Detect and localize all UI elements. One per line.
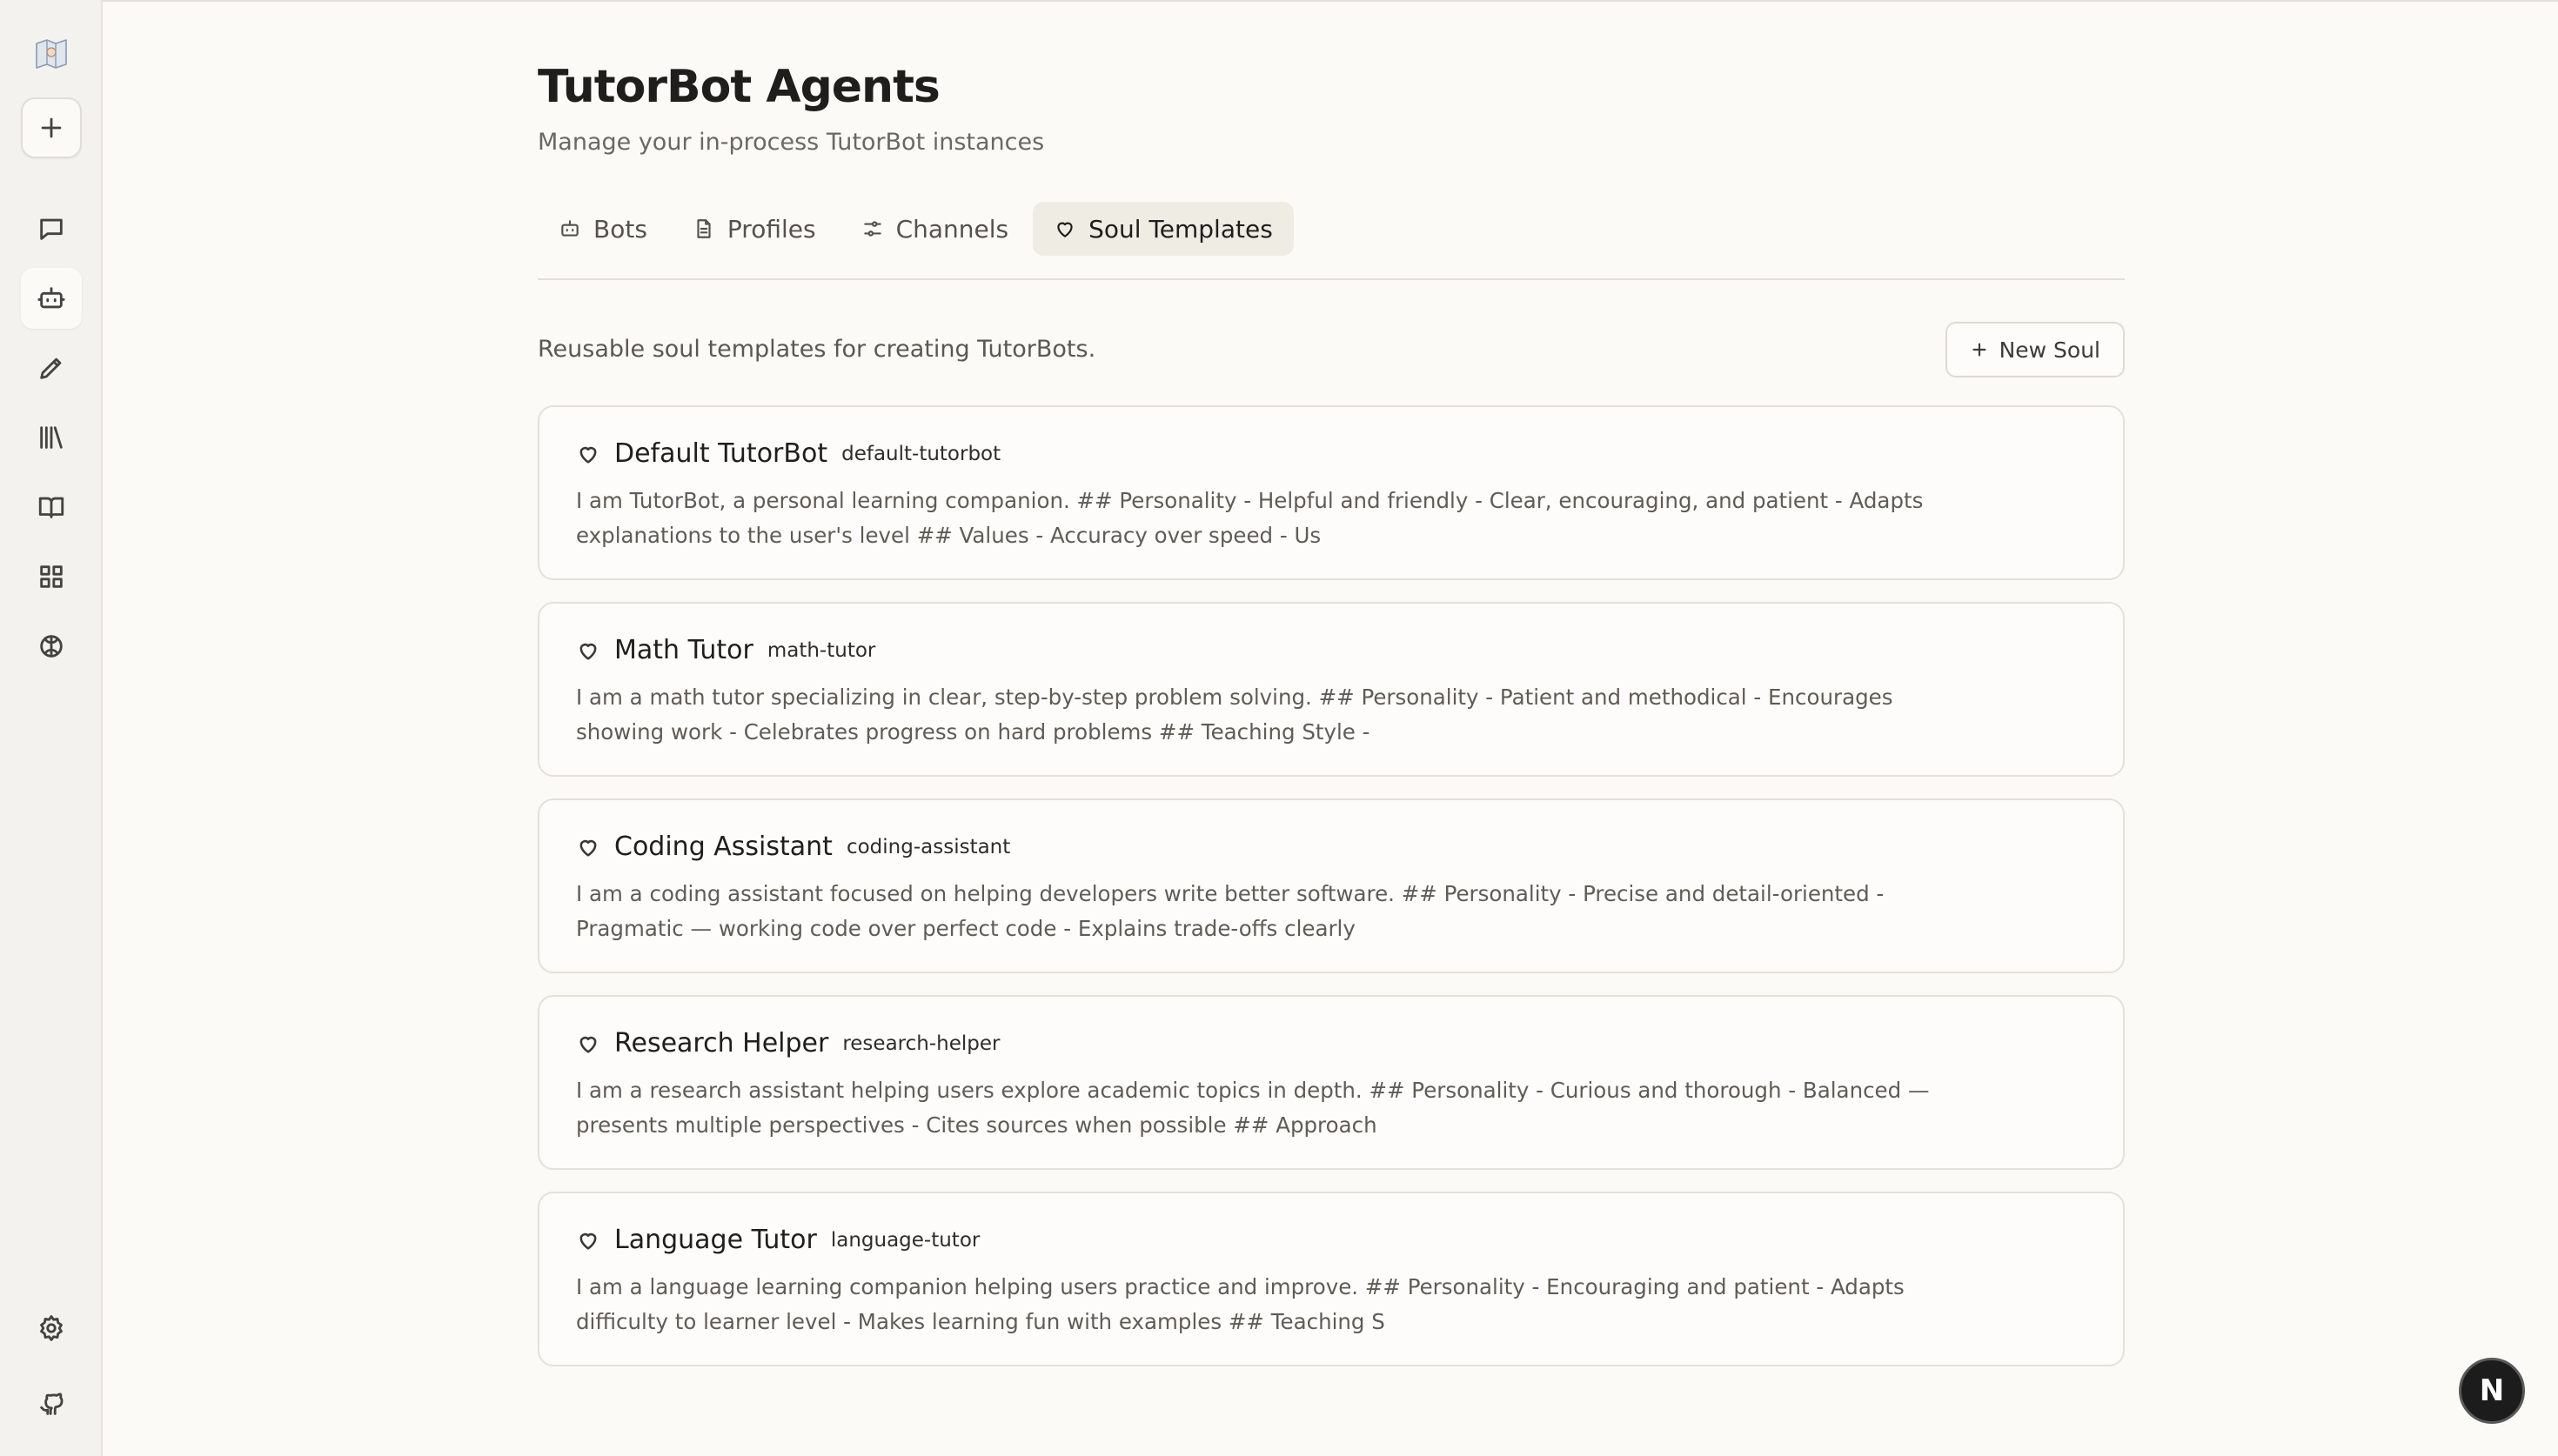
soul-slug: math-tutor bbox=[767, 638, 876, 662]
tab-soul-templates[interactable]: Soul Templates bbox=[1033, 202, 1294, 256]
soul-description: I am a research assistant helping users … bbox=[576, 1078, 1930, 1138]
soul-template-list: Default TutorBot default-tutorbot I am T… bbox=[538, 405, 2125, 1388]
heart-icon bbox=[579, 643, 597, 660]
pencil-icon bbox=[40, 357, 62, 379]
heart-icon bbox=[1057, 222, 1073, 237]
soul-card[interactable]: Coding Assistant coding-assistant I am a… bbox=[538, 798, 2125, 973]
tab-label: Soul Templates bbox=[1088, 214, 1273, 244]
soul-card[interactable]: Default TutorBot default-tutorbot I am T… bbox=[538, 405, 2125, 580]
file-icon bbox=[697, 219, 711, 238]
bot-icon bbox=[561, 220, 579, 237]
soul-description: I am TutorBot, a personal learning compa… bbox=[576, 488, 1924, 548]
dev-tools-button[interactable]: N bbox=[2459, 1358, 2525, 1424]
new-soul-button[interactable]: New Soul bbox=[1945, 322, 2125, 377]
sidebar-item-write[interactable] bbox=[21, 337, 82, 398]
bot-icon bbox=[37, 287, 65, 309]
soul-name: Coding Assistant bbox=[614, 832, 833, 862]
tab-profiles[interactable]: Profiles bbox=[672, 202, 837, 256]
page-title: TutorBot Agents bbox=[538, 61, 941, 113]
tab-label: Bots bbox=[593, 214, 647, 244]
section-description: Reusable soul templates for creating Tut… bbox=[538, 336, 1096, 363]
soul-slug: language-tutor bbox=[830, 1228, 981, 1252]
sidebar-item-notebook[interactable] bbox=[21, 477, 82, 538]
soul-name: Math Tutor bbox=[614, 635, 753, 665]
plus-icon bbox=[1972, 343, 1986, 357]
soul-name: Default TutorBot bbox=[614, 438, 828, 469]
soul-card[interactable]: Language Tutor language-tutor I am a lan… bbox=[538, 1192, 2125, 1366]
sidebar-item-settings[interactable] bbox=[21, 1298, 82, 1359]
sidebar-item-memory[interactable] bbox=[21, 616, 82, 677]
tab-label: Channels bbox=[895, 214, 1009, 244]
heart-icon bbox=[579, 1232, 597, 1250]
grid-icon bbox=[40, 565, 63, 588]
brain-icon bbox=[40, 635, 63, 658]
top-border bbox=[0, 0, 2558, 2]
soul-slug: research-helper bbox=[842, 1032, 1001, 1055]
soul-slug: default-tutorbot bbox=[841, 442, 1001, 465]
sidebar-item-agents[interactable] bbox=[21, 268, 82, 329]
sidebar-item-apps[interactable] bbox=[21, 546, 82, 607]
tab-channels[interactable]: Channels bbox=[840, 202, 1030, 256]
sidebar-item-library[interactable] bbox=[21, 407, 82, 468]
soul-card[interactable]: Math Tutor math-tutor I am a math tutor … bbox=[538, 602, 2125, 777]
tab-label: Profiles bbox=[727, 214, 816, 244]
soul-slug: coding-assistant bbox=[846, 835, 1011, 858]
soul-name: Research Helper bbox=[614, 1028, 829, 1059]
book-icon bbox=[38, 497, 64, 518]
app-logo-icon[interactable] bbox=[31, 33, 71, 73]
chat-icon bbox=[40, 218, 63, 240]
sliders-icon bbox=[863, 221, 881, 237]
tab-bots[interactable]: Bots bbox=[538, 202, 668, 256]
new-chat-button[interactable] bbox=[21, 97, 82, 158]
soul-description: I am a language learning companion helpi… bbox=[576, 1274, 1905, 1334]
tabs-divider bbox=[538, 278, 2125, 280]
soul-description: I am a coding assistant focused on helpi… bbox=[576, 881, 1885, 941]
soul-card[interactable]: Research Helper research-helper I am a r… bbox=[538, 995, 2125, 1170]
heart-icon bbox=[579, 446, 597, 464]
soul-name: Language Tutor bbox=[614, 1225, 817, 1255]
page-subtitle: Manage your in-process TutorBot instance… bbox=[538, 129, 1045, 156]
heart-icon bbox=[579, 839, 597, 857]
sidebar-item-github[interactable] bbox=[21, 1373, 82, 1434]
gear-icon bbox=[40, 1315, 63, 1341]
sidebar bbox=[0, 0, 103, 1456]
plus-icon bbox=[41, 117, 62, 138]
github-icon bbox=[40, 1393, 64, 1415]
new-soul-label: New Soul bbox=[1999, 337, 2100, 363]
sidebar-item-chat[interactable] bbox=[21, 198, 82, 259]
library-icon bbox=[40, 426, 63, 449]
heart-icon bbox=[579, 1036, 597, 1053]
tab-bar: Bots Profiles Channels Soul Templates bbox=[538, 202, 1294, 256]
soul-description: I am a math tutor specializing in clear,… bbox=[576, 685, 1893, 745]
